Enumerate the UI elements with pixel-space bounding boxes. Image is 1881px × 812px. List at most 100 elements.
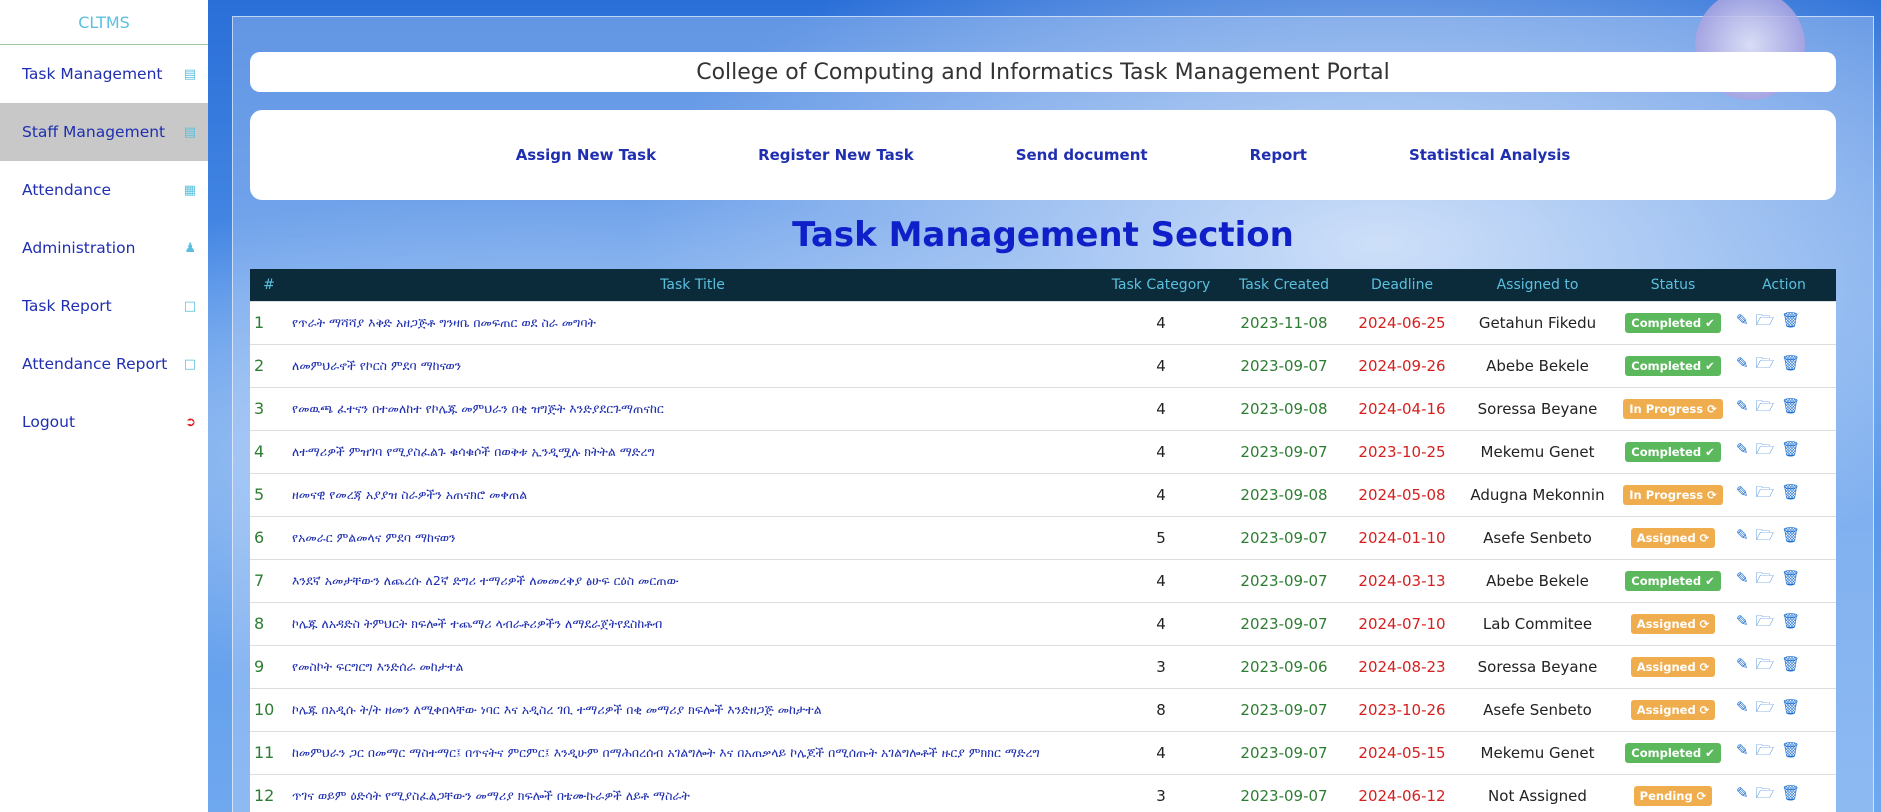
task-created: 2023-09-07 — [1225, 515, 1343, 559]
status-cell: Completed ✔ — [1614, 730, 1732, 774]
task-title[interactable]: ከመምህራን ጋር በመማር ማስተማር፤ በጥናትና ምርምር፤ እንዲሁም … — [288, 730, 1097, 774]
edit-icon[interactable]: ✎ — [1736, 311, 1749, 329]
task-category: 3 — [1097, 644, 1225, 688]
task-title[interactable]: ጥገና ወይም ዕድሳት የሚያስፈልጋቸውን መማሪያ ክፍሎች በቴሙኩራዎ… — [288, 773, 1097, 812]
folder-icon[interactable]: 🗁 — [1756, 784, 1775, 802]
task-title[interactable]: ለመምህራኖች የኮርስ ምደባ ማከናወን — [288, 343, 1097, 387]
folder-icon[interactable]: 🗁 — [1756, 612, 1775, 630]
nav-label: Attendance — [22, 181, 112, 199]
edit-icon[interactable]: ✎ — [1736, 569, 1749, 587]
edit-icon[interactable]: ✎ — [1736, 483, 1749, 501]
table-row: 2 ለመምህራኖች የኮርስ ምደባ ማከናወን 4 2023-09-07 2024-0… — [250, 343, 1836, 387]
task-assigned-to: Asefe Senbeto — [1461, 687, 1614, 731]
trash-icon[interactable]: 🗑 — [1781, 440, 1800, 458]
table-row: 11 ከመምህራን ጋር በመማር ማስተማር፤ በጥናትና ምርምር፤ እንዲሁ… — [250, 730, 1836, 774]
folder-icon[interactable]: 🗁 — [1756, 655, 1775, 673]
task-title[interactable]: ኮሌጁ ለአዳድስ ትምህርት ክፍሎች ተጨማሪ ላብራቶሪዎችን ለማደራጀ… — [288, 601, 1097, 645]
logout-icon: ➲ — [185, 414, 196, 430]
status-cell: In Progress ⟳ — [1614, 386, 1732, 430]
task-deadline: 2024-09-26 — [1343, 343, 1461, 387]
action-cell: ✎ 🗁 🗑 — [1732, 515, 1836, 559]
task-table: # Task Title Task Category Task Created … — [250, 269, 1836, 812]
task-title[interactable]: እንደኛ አመታቸውን ለጨረሱ ለ2ኛ ድግሪ ተማሪዎች ለመመረቅያ ፅሁ… — [288, 558, 1097, 602]
edit-icon[interactable]: ✎ — [1736, 397, 1749, 415]
folder-icon[interactable]: 🗁 — [1756, 698, 1775, 716]
edit-icon[interactable]: ✎ — [1736, 612, 1749, 630]
table-row: 3 የመዉጫ ፈተናን በተመለከተ የኮሌጁ መምህራን በቂ ዝግጅት እንድ… — [250, 386, 1836, 430]
trash-icon[interactable]: 🗑 — [1781, 741, 1800, 759]
statistical-analysis-link[interactable]: Statistical Analysis — [1409, 146, 1570, 164]
edit-icon[interactable]: ✎ — [1736, 526, 1749, 544]
action-cell: ✎ 🗁 🗑 — [1732, 730, 1836, 774]
trash-icon[interactable]: 🗑 — [1781, 698, 1800, 716]
send-document-link[interactable]: Send document — [1016, 146, 1148, 164]
folder-icon[interactable]: 🗁 — [1756, 311, 1775, 329]
edit-icon[interactable]: ✎ — [1736, 354, 1749, 372]
nav-logout[interactable]: Logout ➲ — [0, 393, 208, 451]
table-row: 1 የጥራት ማሻሻያ እቅድ አዘጋጅቶ ግንዛቤ በመፍጠር ወደ ስራ መግ… — [250, 300, 1836, 344]
col-task-category: Task Category — [1111, 276, 1211, 293]
col-task-title: Task Title — [660, 276, 725, 293]
task-title[interactable]: ዘመናዊ የመረጃ አያያዝ ስራዎችን አጠናክሮ መቀጠል — [288, 472, 1097, 516]
task-title[interactable]: የመስኮት ፍርግርግ እንድሰራ መከታተል — [288, 644, 1097, 688]
task-title[interactable]: የአመራር ምልመላና ምደባ ማከናወን — [288, 515, 1097, 559]
trash-icon[interactable]: 🗑 — [1781, 569, 1800, 587]
folder-icon[interactable]: 🗁 — [1756, 483, 1775, 501]
status-cell: Assigned ⟳ — [1614, 515, 1732, 559]
action-cell: ✎ 🗁 🗑 — [1732, 300, 1836, 344]
task-title[interactable]: ኮሌጁ በአዲሱ ት/ት ዘመን ለሚቀበላቸው ነባር እና አዲስረ ገቢ … — [288, 687, 1097, 731]
nav-label: Administration — [22, 239, 136, 257]
folder-icon[interactable]: 🗁 — [1756, 569, 1775, 587]
table-body: 1 የጥራት ማሻሻያ እቅድ አዘጋጅቶ ግንዛቤ በመፍጠር ወደ ስራ መግ… — [250, 300, 1836, 812]
table-row: 7 እንደኛ አመታቸውን ለጨረሱ ለ2ኛ ድግሪ ተማሪዎች ለመመረቅያ ፅ… — [250, 558, 1836, 602]
row-number: 11 — [250, 730, 288, 774]
register-new-task-link[interactable]: Register New Task — [758, 146, 914, 164]
table-row: 10 ኮሌጁ በአዲሱ ት/ት ዘመን ለሚቀበላቸው ነባር እና አዲስረ ገ… — [250, 687, 1836, 731]
trash-icon[interactable]: 🗑 — [1781, 397, 1800, 415]
task-created: 2023-09-07 — [1225, 558, 1343, 602]
task-title[interactable]: የጥራት ማሻሻያ እቅድ አዘጋጅቶ ግንዛቤ በመፍጠር ወደ ስራ መግባ… — [288, 300, 1097, 344]
folder-icon[interactable]: 🗁 — [1756, 741, 1775, 759]
row-number: 12 — [250, 773, 288, 812]
task-category: 4 — [1097, 730, 1225, 774]
task-category: 4 — [1097, 300, 1225, 344]
task-assigned-to: Adugna Mekonnin — [1461, 472, 1614, 516]
document-icon: □ — [183, 356, 196, 372]
trash-icon[interactable]: 🗑 — [1781, 311, 1800, 329]
task-deadline: 2024-06-12 — [1343, 773, 1461, 812]
task-title[interactable]: ለተማሪዎች ምዝገባ የሚያስፈልጉ ቁሳቁሶች በወቅቱ ኢንዲሟሉ ክትት… — [288, 429, 1097, 473]
trash-icon[interactable]: 🗑 — [1781, 655, 1800, 673]
trash-icon[interactable]: 🗑 — [1781, 354, 1800, 372]
trash-icon[interactable]: 🗑 — [1781, 483, 1800, 501]
edit-icon[interactable]: ✎ — [1736, 440, 1749, 458]
folder-icon[interactable]: 🗁 — [1756, 526, 1775, 544]
folder-icon[interactable]: 🗁 — [1756, 440, 1775, 458]
row-number: 3 — [250, 386, 288, 430]
section-title: Task Management Section — [792, 215, 1294, 255]
edit-icon[interactable]: ✎ — [1736, 784, 1749, 802]
nav-attendance[interactable]: Attendance ▦ — [0, 161, 208, 219]
task-deadline: 2024-01-10 — [1343, 515, 1461, 559]
nav-task-report[interactable]: Task Report □ — [0, 277, 208, 335]
edit-icon[interactable]: ✎ — [1736, 741, 1749, 759]
trash-icon[interactable]: 🗑 — [1781, 612, 1800, 630]
status-cell: Completed ✔ — [1614, 300, 1732, 344]
edit-icon[interactable]: ✎ — [1736, 655, 1749, 673]
report-link[interactable]: Report — [1250, 146, 1307, 164]
trash-icon[interactable]: 🗑 — [1781, 526, 1800, 544]
row-number: 1 — [250, 300, 288, 344]
task-assigned-to: Lab Commitee — [1461, 601, 1614, 645]
task-title[interactable]: የመዉጫ ፈተናን በተመለከተ የኮሌጁ መምህራን በቂ ዝግጅት እንድያ… — [288, 386, 1097, 430]
folder-icon[interactable]: 🗁 — [1756, 397, 1775, 415]
table-row: 6 የአመራር ምልመላና ምደባ ማከናወን 5 2023-09-07 2024-01… — [250, 515, 1836, 559]
nav-administration[interactable]: Administration ♟ — [0, 219, 208, 277]
assign-new-task-link[interactable]: Assign New Task — [516, 146, 656, 164]
trash-icon[interactable]: 🗑 — [1781, 784, 1800, 802]
nav-staff-management[interactable]: Staff Management ▤ — [0, 103, 208, 161]
folder-icon[interactable]: 🗁 — [1756, 354, 1775, 372]
nav-attendance-report[interactable]: Attendance Report □ — [0, 335, 208, 393]
col-deadline: Deadline — [1370, 276, 1434, 293]
edit-icon[interactable]: ✎ — [1736, 698, 1749, 716]
brand-title[interactable]: CLTMS — [0, 0, 208, 45]
nav-task-management[interactable]: Task Management ▤ — [0, 45, 208, 103]
